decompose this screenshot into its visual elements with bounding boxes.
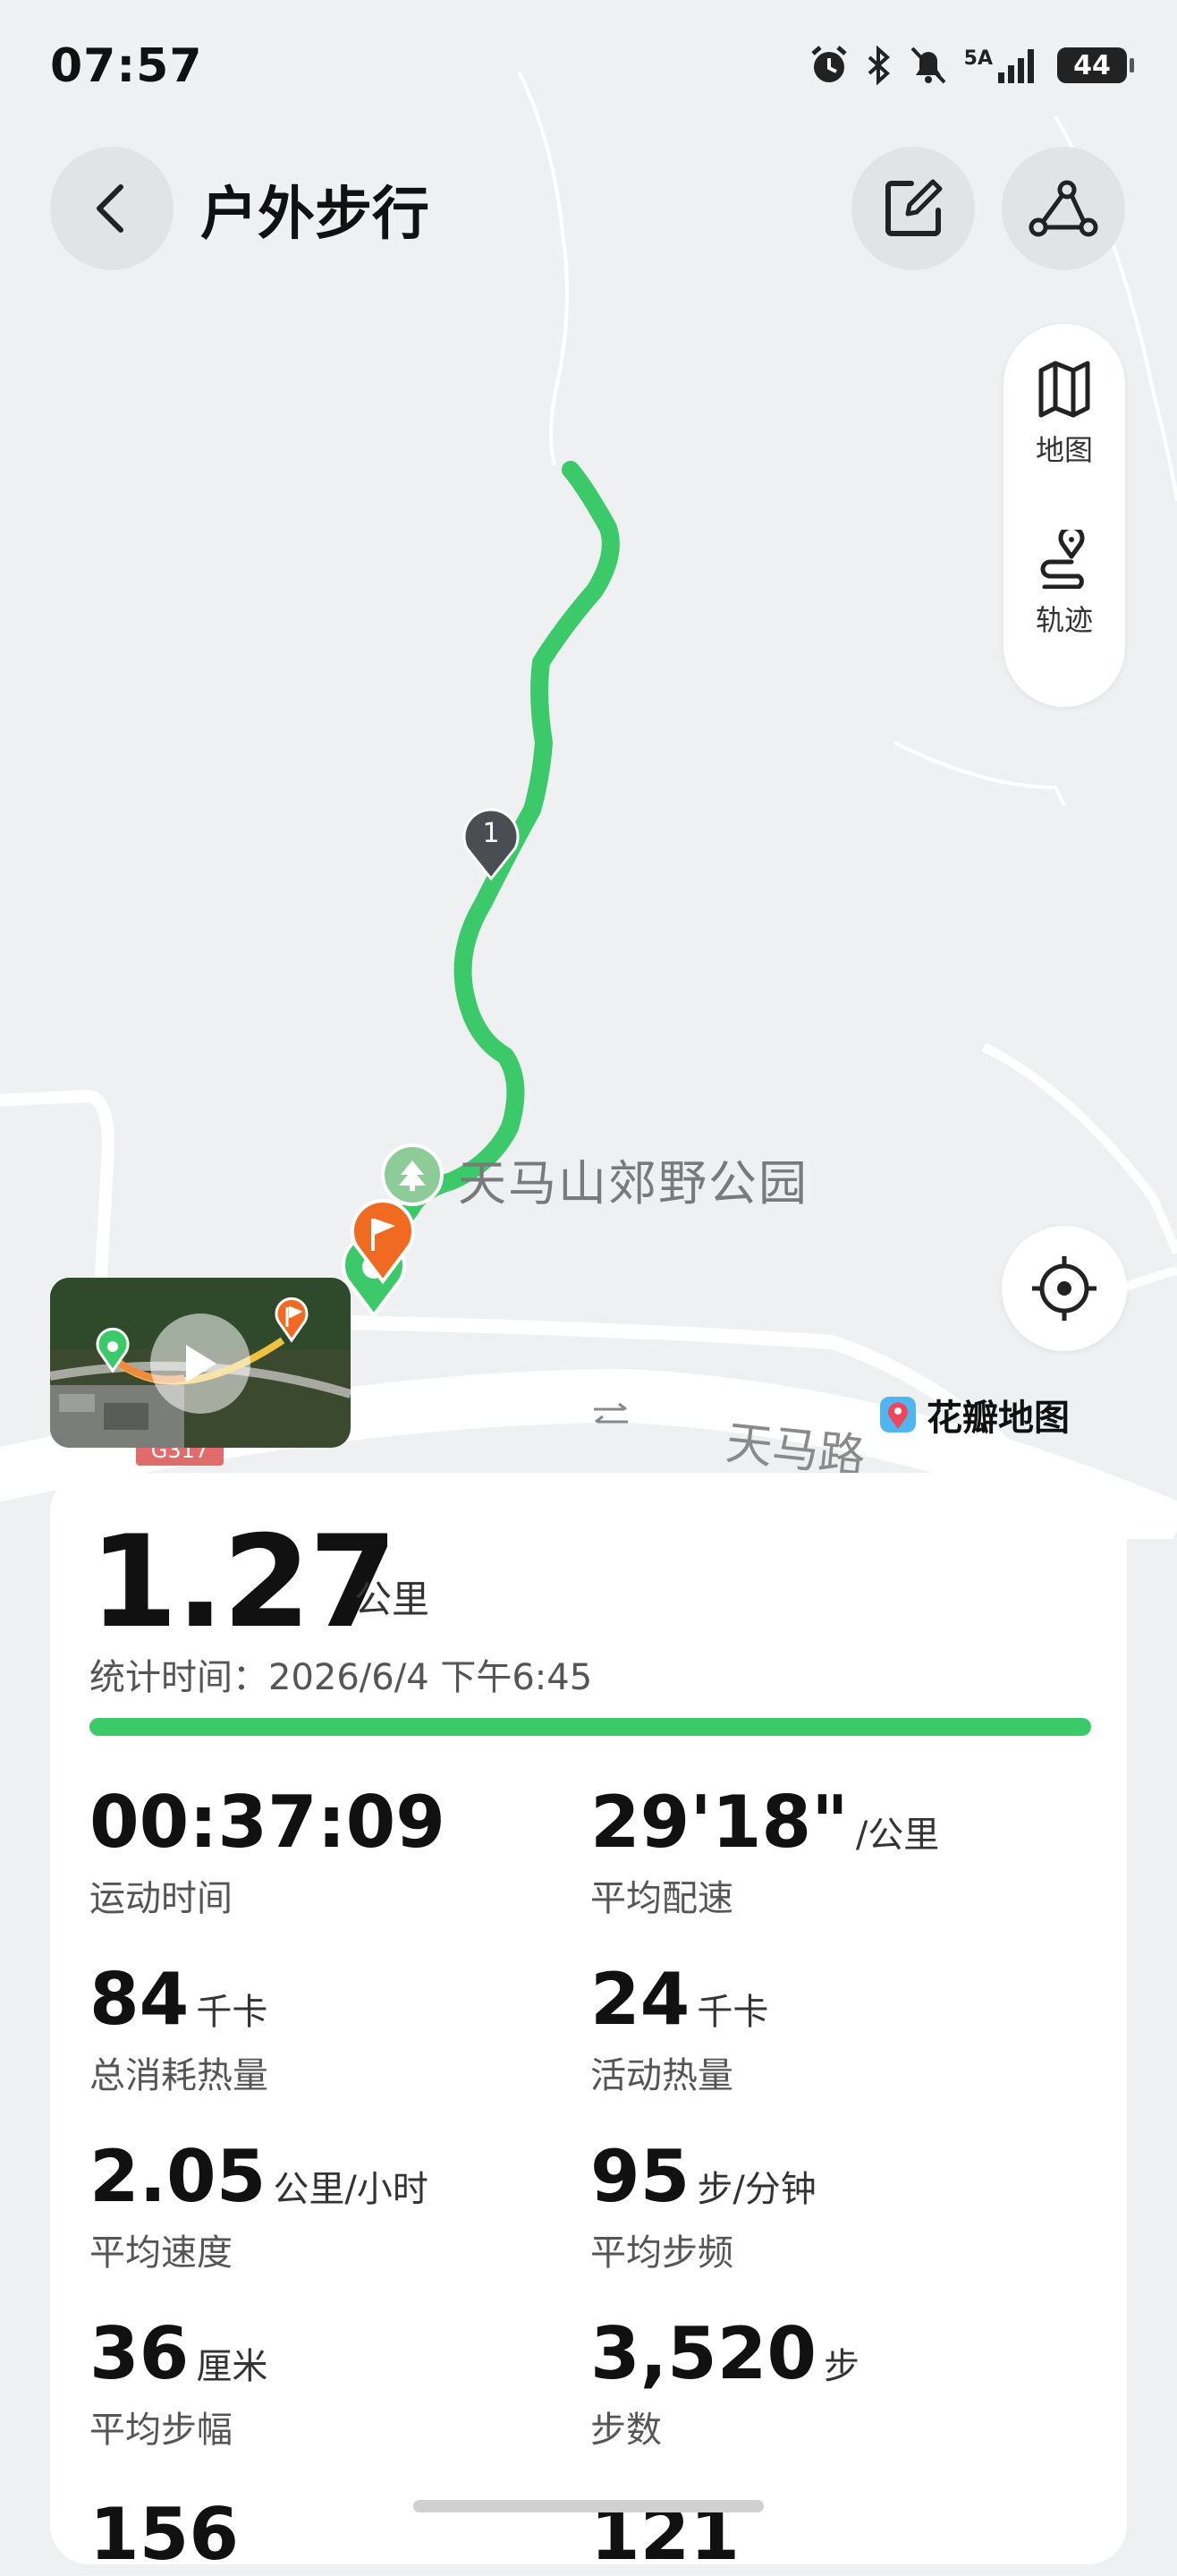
route-share-button[interactable]: [1002, 147, 1125, 270]
edit-button[interactable]: [851, 147, 975, 270]
stat-unit: 步/分钟: [697, 2169, 817, 2210]
petal-maps-logo-icon: [880, 1397, 916, 1433]
attribution-text: 花瓣地图: [927, 1398, 1070, 1439]
stat-value: 36: [89, 2312, 190, 2395]
map-toggle-label: 地图: [1035, 433, 1093, 467]
stat-value: 2.05: [89, 2135, 267, 2218]
map-icon: [1038, 361, 1090, 418]
back-button[interactable]: [50, 147, 174, 270]
page-title: 户外步行: [200, 182, 429, 248]
status-icons: 5A 44: [809, 45, 1134, 86]
stat-label: 平均步幅: [89, 2410, 233, 2451]
chevron-left-icon: [97, 184, 123, 233]
alarm-icon: [811, 46, 847, 82]
stat-label: 平均配速: [590, 1878, 733, 1919]
distance-value: 1.27: [89, 1509, 397, 1656]
route-path-icon: [1029, 180, 1098, 237]
stat-value: 95: [590, 2135, 690, 2218]
home-indicator[interactable]: [413, 2500, 764, 2512]
stat-label: 步数: [590, 2410, 662, 2451]
stat-value: 29'18": [590, 1781, 849, 1864]
battery-indicator: 44: [1057, 47, 1134, 83]
track-toggle-label: 轨迹: [1035, 603, 1093, 637]
summary-card: 1.27 公里 统计时间：2026/6/4 下午6:45 00:37:09 运动…: [50, 1473, 1127, 2576]
stat-timestamp: 统计时间：2026/6/4 下午6:45: [89, 1657, 593, 1698]
map-attribution: 花瓣地图: [878, 1389, 1070, 1441]
stat-value: 24: [590, 1958, 690, 2041]
stat-value: 3,520: [590, 2312, 817, 2395]
bluetooth-icon: [868, 45, 890, 86]
signal-bars-icon: [998, 49, 1034, 83]
stat-total-calories: 84 千卡 总消耗热量: [89, 1958, 268, 2098]
poi-park-icon[interactable]: [381, 1143, 444, 1206]
route-map[interactable]: 1 天马山郊野公园 天马路 花瓣地图 G317 地图 轨迹: [0, 0, 1177, 1539]
stat-duration: 00:37:09 运动时间: [89, 1781, 453, 1921]
stat-unit: 厘米: [196, 2346, 268, 2387]
oneway-arrows-icon: [594, 1402, 628, 1424]
distance-progress-bar: [89, 1718, 1091, 1736]
stat-unit: 千卡: [697, 1992, 769, 2033]
stat-value: 156: [89, 2493, 239, 2576]
route-replay-thumbnail[interactable]: [50, 1278, 351, 1448]
network-type: 5A: [963, 47, 993, 70]
stat-avg-pace: 29'18"/公里 平均配速: [590, 1781, 939, 1921]
locate-crosshair-icon: [1032, 1256, 1097, 1321]
track-icon: [1040, 524, 1085, 590]
edit-icon: [885, 179, 943, 236]
mute-bell-icon: [910, 47, 946, 84]
track-toggle-button[interactable]: 轨迹: [1003, 524, 1125, 639]
status-time: 07:57: [50, 39, 203, 93]
stat-unit: 公里/小时: [273, 2169, 428, 2210]
play-icon: [186, 1345, 216, 1382]
end-marker-flag-icon: [351, 1199, 415, 1285]
stat-steps: 3,520 步 步数: [590, 2312, 859, 2453]
status-bar: 07:57 5A 44: [0, 0, 1177, 134]
locate-button[interactable]: [1002, 1226, 1127, 1351]
play-button[interactable]: [150, 1314, 250, 1414]
stat-avg-stride: 36 厘米 平均步幅: [89, 2312, 267, 2453]
stat-label: 平均速度: [89, 2232, 233, 2274]
tree-icon: [399, 1160, 426, 1191]
stat-unit: 千卡: [196, 1992, 268, 2033]
map-toggle-button[interactable]: 地图: [1003, 360, 1125, 469]
stat-value: 00:37:09: [89, 1781, 445, 1864]
stat-label: 总消耗热量: [89, 2055, 268, 2096]
distance-unit: 公里: [354, 1577, 430, 1621]
km-marker-number: 1: [482, 818, 500, 849]
stat-unit: 步: [824, 2346, 860, 2387]
stat-label: 平均步频: [590, 2232, 733, 2274]
km-marker[interactable]: 1: [461, 805, 521, 881]
stat-label: 活动热量: [590, 2055, 733, 2096]
stat-active-calories: 24 千卡 活动热量: [590, 1958, 768, 2098]
signal-indicator: 5A: [964, 47, 1041, 83]
map-side-panel: 地图 轨迹: [1003, 324, 1125, 707]
stat-avg-cadence: 95 步/分钟 平均步频: [590, 2135, 817, 2275]
stat-label: 运动时间: [89, 1878, 233, 1919]
stat-avg-speed: 2.05 公里/小时 平均速度: [89, 2135, 428, 2275]
stat-value: 84: [89, 1958, 190, 2041]
stat-partial-1: 156: [89, 2493, 239, 2576]
poi-label: 天马山郊野公园: [458, 1155, 809, 1211]
stat-unit: /公里: [855, 1815, 940, 1856]
